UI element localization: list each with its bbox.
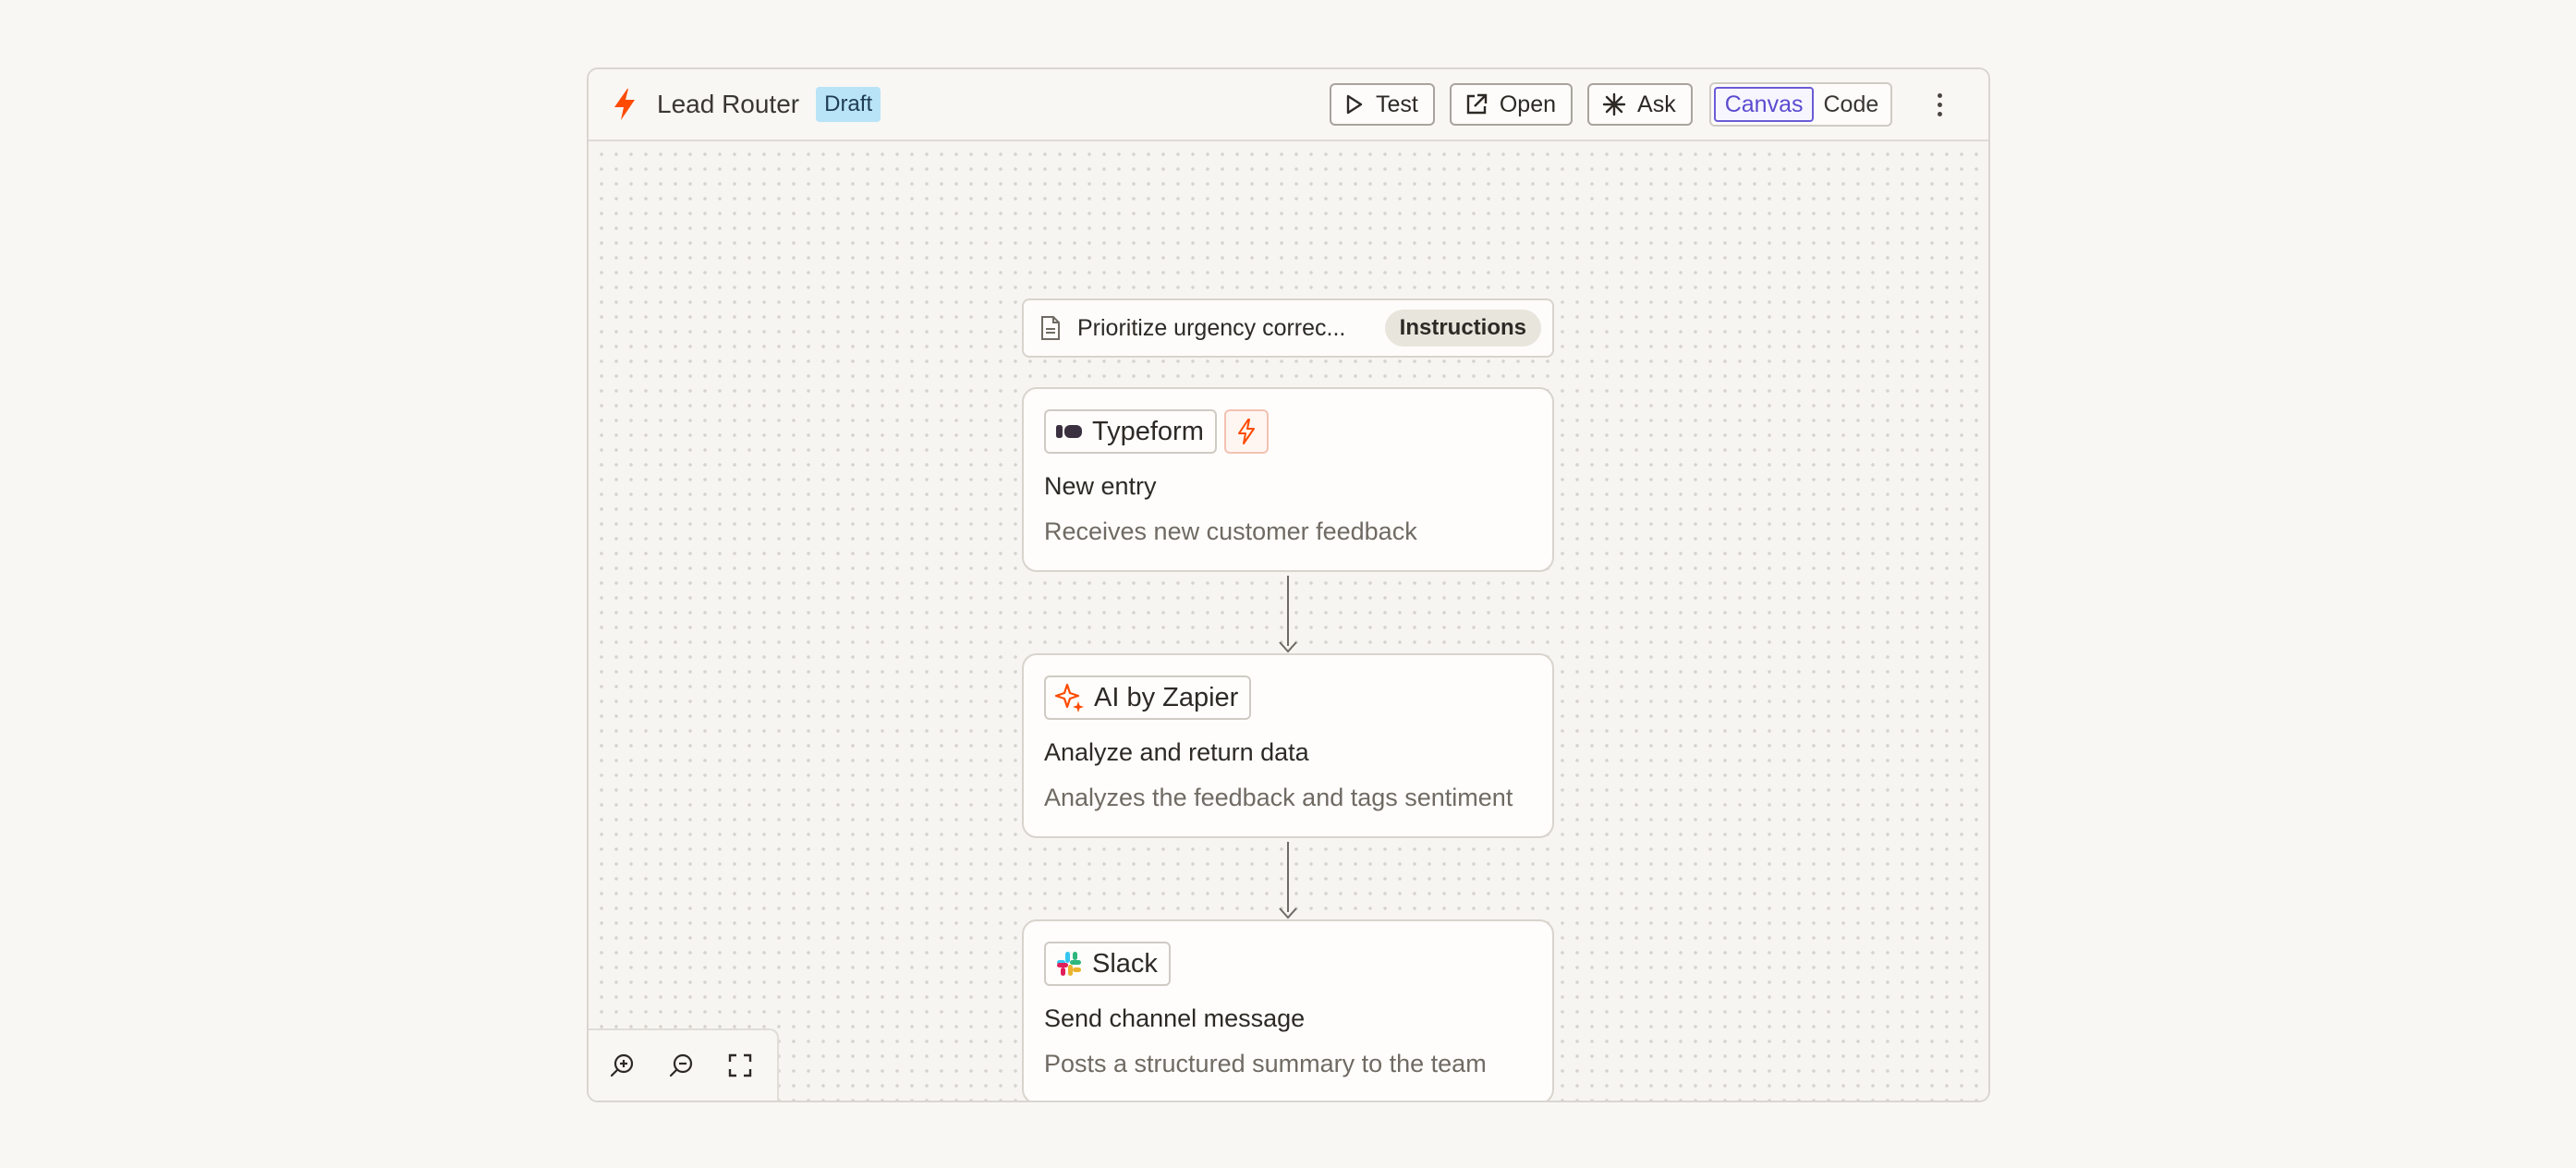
workflow-title[interactable]: Lead Router (657, 90, 799, 119)
sparkle-icon (1055, 683, 1084, 712)
app-name: Slack (1092, 948, 1158, 979)
status-badge: Draft (816, 87, 881, 122)
slack-icon (1057, 952, 1081, 976)
instructions-bar[interactable]: Prioritize urgency correc... Instruction… (1022, 298, 1554, 358)
trigger-badge (1223, 409, 1269, 454)
header-title-group: Lead Router Draft (611, 69, 881, 140)
app-chip-slack: Slack (1044, 942, 1171, 986)
app-name: AI by Zapier (1094, 682, 1239, 712)
zoom-controls (589, 1028, 779, 1101)
app-chip-typeform: Typeform (1044, 409, 1217, 454)
connector-line (1287, 576, 1289, 646)
open-button[interactable]: Open (1449, 83, 1574, 126)
connector-arrow-icon (1279, 907, 1297, 919)
app-name: Typeform (1092, 416, 1204, 446)
zoom-out-icon[interactable] (668, 1052, 696, 1079)
view-toggle-canvas[interactable]: Canvas (1713, 87, 1815, 122)
step-title: Analyze and return data (1044, 738, 1309, 766)
step-description: Analyzes the feedback and tags sentiment (1044, 784, 1513, 811)
workflow-editor-window: Lead Router Draft Test Open Ask Canvas C… (587, 67, 1990, 1102)
test-button-label: Test (1376, 91, 1418, 117)
instructions-text: Prioritize urgency correc... (1077, 314, 1346, 341)
document-icon (1041, 316, 1060, 340)
workflow-canvas[interactable]: Prioritize urgency correc... Instruction… (589, 141, 1988, 1101)
step-title: Send channel message (1044, 1004, 1306, 1032)
workflow-step-ai[interactable]: AI by Zapier Analyze and return data Ana… (1022, 653, 1554, 838)
workflow-step-slack[interactable]: Slack Send channel message Posts a struc… (1022, 919, 1554, 1101)
ask-button-label: Ask (1637, 91, 1676, 117)
asterisk-icon (1602, 92, 1626, 116)
instructions-chip[interactable]: Instructions (1384, 310, 1541, 347)
fit-to-screen-icon[interactable] (727, 1052, 753, 1078)
ask-button[interactable]: Ask (1587, 83, 1693, 126)
open-button-label: Open (1499, 91, 1557, 117)
zap-bolt-icon (614, 89, 635, 120)
view-toggle: Canvas Code (1708, 82, 1893, 127)
header-toolbar: Test Open Ask Canvas Code (1330, 82, 1893, 127)
step-description: Receives new customer feedback (1044, 517, 1417, 545)
test-button[interactable]: Test (1330, 83, 1435, 126)
more-options-icon[interactable] (1928, 88, 1950, 121)
external-link-icon (1466, 93, 1488, 115)
play-icon (1346, 94, 1363, 115)
connector-line (1287, 842, 1289, 912)
connector-arrow-icon (1279, 641, 1297, 653)
workflow-step-trigger[interactable]: Typeform New entry Receives new customer… (1022, 387, 1554, 572)
zoom-in-icon[interactable] (609, 1052, 637, 1079)
step-description: Posts a structured summary to the team (1044, 1050, 1487, 1077)
step-title: New entry (1044, 472, 1157, 500)
app-chip-ai-by-zapier: AI by Zapier (1044, 675, 1252, 720)
trigger-bolt-icon (1237, 419, 1255, 444)
view-toggle-code[interactable]: Code (1814, 87, 1888, 122)
typeform-icon (1056, 425, 1082, 438)
editor-header: Lead Router Draft Test Open Ask Canvas C… (589, 69, 1988, 141)
